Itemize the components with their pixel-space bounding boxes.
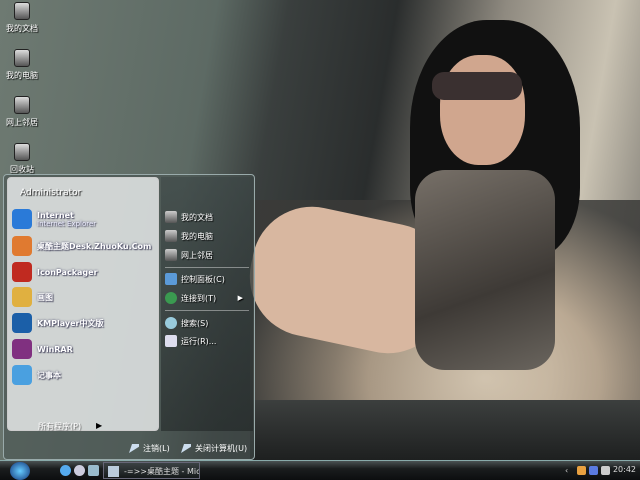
shutdown-label: 关闭计算机(U) bbox=[195, 444, 248, 453]
separator bbox=[165, 310, 249, 311]
menu-item-network[interactable]: 网上邻居 bbox=[165, 249, 213, 261]
menu-item-label: 我的文档 bbox=[181, 212, 213, 222]
program-name: 画图 bbox=[37, 292, 53, 302]
tray-app-icon[interactable] bbox=[577, 466, 586, 475]
winrar-icon bbox=[12, 339, 32, 359]
search-icon bbox=[165, 317, 177, 329]
paint-icon bbox=[12, 287, 32, 307]
shutdown-button[interactable]: 关闭计算机(U) bbox=[181, 443, 247, 454]
separator bbox=[165, 267, 249, 268]
program-label: KMPlayer中文版 bbox=[37, 318, 104, 329]
network-icon bbox=[165, 249, 177, 261]
taskbar-window-button[interactable]: -=>>桌酷主题 - Mic... bbox=[103, 462, 200, 479]
program-label: 画图 bbox=[37, 292, 53, 303]
program-name: 记事本 bbox=[37, 370, 61, 380]
recycle-bin-icon bbox=[14, 143, 30, 161]
menu-item-my-computer[interactable]: 我的电脑 bbox=[165, 230, 213, 242]
start-menu-places-pane: 我的文档 我的电脑 网上邻居 控制面板(C) 连接到(T) ▶ 搜索(S) 运行(… bbox=[161, 177, 253, 431]
my-computer-icon bbox=[14, 49, 30, 67]
document-icon bbox=[108, 466, 119, 477]
program-label: 桌酷主题Desk.ZhuoKu.Com bbox=[37, 241, 151, 252]
program-item[interactable]: WinRAR bbox=[12, 337, 73, 361]
program-label: Internet Internet Explorer bbox=[37, 211, 96, 228]
menu-item-connect-to[interactable]: 连接到(T) ▶ bbox=[165, 292, 249, 304]
program-item[interactable]: Internet Internet Explorer bbox=[12, 207, 96, 231]
start-menu: Administrator Internet Internet Explorer 桌… bbox=[3, 174, 255, 460]
kmplayer-icon bbox=[12, 313, 32, 333]
desktop-icon-network[interactable]: 网上邻居 bbox=[2, 96, 42, 128]
notepad-icon bbox=[12, 365, 32, 385]
desktop-icon-label: 我的文档 bbox=[6, 24, 38, 33]
desktop-icon-recycle-bin[interactable]: 回收站 bbox=[2, 143, 42, 175]
program-item[interactable]: 画图 bbox=[12, 285, 53, 309]
tray-network-icon[interactable] bbox=[589, 466, 598, 475]
desktop-icon-label: 网上邻居 bbox=[6, 118, 38, 127]
system-tray: ‹ bbox=[565, 466, 610, 475]
logoff-icon bbox=[129, 444, 139, 453]
user-name: Administrator bbox=[20, 188, 82, 198]
menu-item-label: 运行(R)... bbox=[181, 336, 217, 346]
control-panel-icon bbox=[165, 273, 177, 285]
menu-item-label: 连接到(T) bbox=[181, 293, 217, 303]
program-name: 桌酷主题Desk.ZhuoKu.Com bbox=[37, 241, 152, 251]
program-name: KMPlayer中文版 bbox=[37, 318, 104, 328]
task-label: -=>>桌酷主题 - Mic... bbox=[124, 467, 200, 476]
program-item[interactable]: IconPackager bbox=[12, 260, 98, 284]
clock: 20:42 bbox=[612, 465, 636, 474]
program-item[interactable]: 桌酷主题Desk.ZhuoKu.Com bbox=[12, 234, 151, 258]
my-documents-icon bbox=[14, 2, 30, 20]
quicklaunch-browser-icon[interactable] bbox=[74, 465, 85, 476]
chevron-left-icon[interactable]: ‹ bbox=[565, 466, 574, 475]
tray-volume-icon[interactable] bbox=[601, 466, 610, 475]
shutdown-icon bbox=[181, 444, 191, 453]
desktop-icon-label: 回收站 bbox=[10, 165, 34, 174]
program-sublabel: Internet Explorer bbox=[37, 219, 97, 228]
run-icon bbox=[165, 335, 177, 347]
quicklaunch-ie-icon[interactable] bbox=[60, 465, 71, 476]
wallpaper-car-door bbox=[250, 400, 640, 460]
program-name: IconPackager bbox=[37, 267, 98, 277]
menu-item-label: 控制面板(C) bbox=[181, 274, 225, 284]
program-name: Internet bbox=[37, 210, 74, 220]
menu-item-search[interactable]: 搜索(S) bbox=[165, 317, 208, 329]
program-item[interactable]: KMPlayer中文版 bbox=[12, 311, 104, 335]
iconpackager-icon bbox=[12, 262, 32, 282]
program-name: WinRAR bbox=[37, 344, 73, 354]
my-documents-icon bbox=[165, 211, 177, 223]
internet-explorer-icon bbox=[12, 209, 32, 229]
globe-icon bbox=[165, 292, 177, 304]
menu-item-label: 搜索(S) bbox=[181, 318, 209, 328]
program-label: 记事本 bbox=[37, 370, 61, 381]
logoff-button[interactable]: 注销(L) bbox=[129, 443, 170, 454]
program-item[interactable]: 记事本 bbox=[12, 363, 61, 387]
program-label: IconPackager bbox=[37, 268, 98, 277]
program-label: WinRAR bbox=[37, 345, 73, 354]
menu-item-control-panel[interactable]: 控制面板(C) bbox=[165, 273, 225, 285]
taskbar: -=>>桌酷主题 - Mic... ‹ 20:42 bbox=[0, 460, 640, 480]
network-icon bbox=[14, 96, 30, 114]
start-button[interactable] bbox=[10, 462, 30, 480]
zhuoku-icon bbox=[12, 236, 32, 256]
desktop-icon-my-computer[interactable]: 我的电脑 bbox=[2, 49, 42, 81]
quicklaunch-desktop-icon[interactable] bbox=[88, 465, 99, 476]
wallpaper-dress bbox=[415, 170, 555, 370]
menu-item-run[interactable]: 运行(R)... bbox=[165, 335, 216, 347]
menu-item-my-documents[interactable]: 我的文档 bbox=[165, 211, 213, 223]
wallpaper-sunglasses bbox=[432, 72, 522, 100]
arrow-right-icon: ▶ bbox=[237, 294, 243, 302]
my-computer-icon bbox=[165, 230, 177, 242]
menu-item-label: 我的电脑 bbox=[181, 231, 213, 241]
arrow-right-icon: ▶ bbox=[96, 421, 103, 430]
all-programs-button[interactable]: 所有程序(P) bbox=[38, 421, 81, 432]
logoff-label: 注销(L) bbox=[143, 444, 170, 453]
desktop-icon-my-documents[interactable]: 我的文档 bbox=[2, 2, 42, 34]
desktop-icon-label: 我的电脑 bbox=[6, 71, 38, 80]
menu-item-label: 网上邻居 bbox=[181, 250, 213, 260]
